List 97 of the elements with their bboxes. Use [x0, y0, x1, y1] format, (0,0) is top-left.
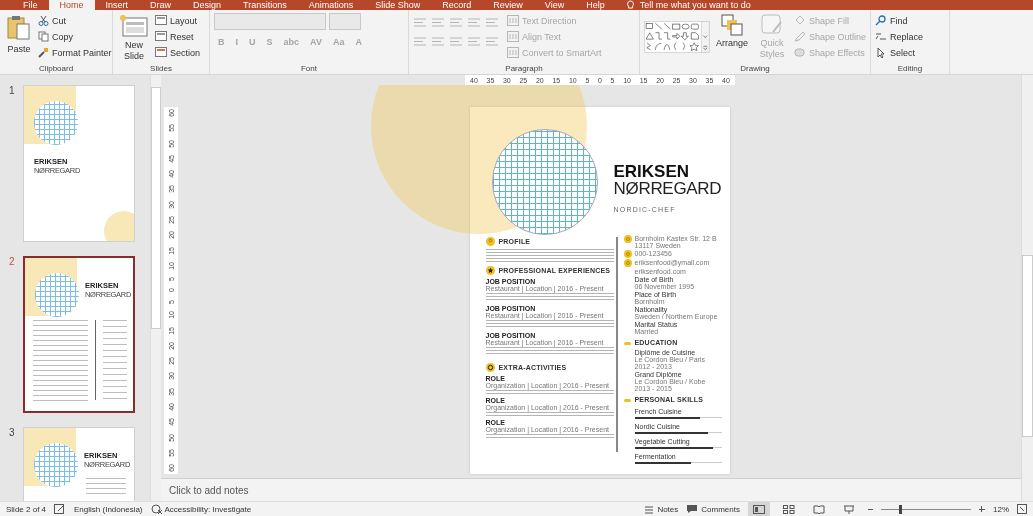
group-label: Editing	[896, 63, 924, 74]
group-label: Paragraph	[504, 63, 544, 74]
pencil-icon	[793, 31, 806, 42]
copy-icon	[38, 31, 49, 42]
shape-effects-icon	[793, 47, 806, 58]
group-label: Clipboard	[37, 63, 75, 74]
clipboard-icon	[6, 14, 32, 42]
ribbon-tab[interactable]: View	[533, 0, 576, 10]
fit-to-window-icon[interactable]	[1017, 504, 1027, 514]
font-size-field[interactable]	[329, 13, 361, 30]
replace-icon	[875, 31, 887, 42]
clipboard-command[interactable]: Format Painter	[38, 45, 112, 60]
notes-placeholder: Click to add notes	[169, 484, 249, 496]
ribbon-tab[interactable]: Draw	[139, 0, 183, 10]
language-status[interactable]: English (Indonesia)	[74, 504, 143, 514]
last-name-title: NØRREGARD	[613, 180, 722, 198]
paragraph-format-icon[interactable]	[431, 17, 445, 28]
normal-view-button[interactable]	[748, 502, 770, 516]
slides-command[interactable]: Layout	[155, 13, 201, 28]
paragraph-format-icon[interactable]	[449, 17, 463, 28]
ribbon-tab[interactable]: Record	[431, 0, 483, 10]
paragraph-format-icon[interactable]	[431, 36, 445, 47]
first-name-title: ERIKSEN	[613, 163, 691, 180]
slides-command[interactable]: Section	[155, 45, 201, 60]
text-layout-icon	[507, 47, 519, 58]
paint-bucket-icon	[793, 15, 806, 26]
comment-icon	[686, 504, 699, 514]
paste-button[interactable]: Paste	[4, 13, 34, 63]
notes-icon	[644, 504, 655, 514]
paragraph-format-icon[interactable]	[413, 36, 427, 47]
notes-field[interactable]: Click to add notes	[161, 478, 1021, 501]
slide-number: 3	[9, 427, 15, 440]
new-slide-icon	[119, 14, 149, 38]
section-icon	[485, 266, 495, 275]
notes-button[interactable]: Notes	[644, 504, 679, 514]
location-icon	[623, 235, 632, 243]
ribbon-tab[interactable]: Animations	[297, 0, 365, 10]
ribbon-tab[interactable]: Design	[182, 0, 233, 10]
editing-command[interactable]: Select	[875, 45, 945, 60]
group-label: Drawing	[739, 63, 771, 74]
ribbon-tab[interactable]: Help	[575, 0, 616, 10]
arrange-icon	[720, 14, 743, 36]
projector-icon	[843, 504, 855, 514]
grid-icon	[783, 504, 795, 514]
accessibility-icon[interactable]	[150, 504, 163, 514]
phone-icon	[623, 250, 632, 258]
accessibility-status[interactable]: Accessibility: Investigate	[164, 504, 252, 514]
email-icon	[623, 259, 632, 267]
quick-styles-icon	[760, 14, 783, 36]
zoom-level[interactable]: 12%	[993, 504, 1009, 514]
slides-command[interactable]: Reset	[155, 29, 201, 44]
font-name-field[interactable]	[214, 13, 326, 30]
paragraph-format-icon[interactable]	[485, 36, 499, 47]
slide-number: 2	[9, 256, 15, 269]
cursor-icon	[875, 47, 887, 58]
ribbon-tab[interactable]: Transitions	[232, 0, 298, 10]
slide-counter: Slide 2 of 4	[6, 504, 47, 514]
section-icon	[485, 363, 495, 372]
paragraph-format-icon[interactable]	[467, 36, 481, 47]
layout-icon	[155, 15, 167, 26]
ribbon-tab[interactable]: File	[12, 0, 49, 10]
scrollbar[interactable]	[1021, 75, 1033, 501]
ribbon-tab[interactable]: Insert	[94, 0, 140, 10]
search-icon	[875, 15, 887, 26]
paragraph-format-icon[interactable]	[449, 36, 463, 47]
paragraph-format-icon[interactable]	[413, 17, 427, 28]
layout-icon	[155, 47, 167, 58]
group-label: Font	[300, 63, 318, 74]
arrange-button[interactable]: Arrange	[713, 13, 750, 63]
comments-button[interactable]: Comments	[686, 504, 740, 514]
normal-view-icon	[753, 504, 765, 514]
section-icon	[485, 237, 495, 246]
ribbon-tab[interactable]: Slide Show	[364, 0, 432, 10]
ribbon-tab[interactable]: Home	[48, 0, 95, 10]
slide-number: 1	[9, 85, 15, 98]
editing-command[interactable]: Find	[875, 13, 945, 28]
new-slide-button[interactable]: New Slide	[117, 13, 151, 63]
clipboard-command[interactable]: Copy	[38, 29, 112, 44]
book-icon	[813, 504, 825, 514]
section-marker	[623, 398, 631, 402]
paintbrush-icon	[38, 47, 49, 58]
ribbon-tab[interactable]: Review	[482, 0, 534, 10]
paragraph-format-icon[interactable]	[485, 17, 499, 28]
text-layout-icon	[507, 31, 519, 42]
section-marker	[623, 341, 631, 345]
editing-command[interactable]: Replace	[875, 29, 945, 44]
paragraph-format-icon[interactable]	[467, 17, 481, 28]
scissors-icon	[38, 15, 49, 26]
reset-slide-icon	[155, 31, 167, 42]
zoom-slider-thumb[interactable]	[899, 504, 902, 514]
group-label: Slides	[149, 63, 173, 74]
tell-me-search[interactable]: Tell me what you want to do	[639, 0, 751, 10]
scrollbar[interactable]	[150, 75, 161, 501]
text-layout-icon	[507, 15, 519, 26]
note-icon[interactable]	[54, 504, 67, 514]
clipboard-command[interactable]: Cut	[38, 13, 112, 28]
zoom-in-button[interactable]	[979, 506, 985, 512]
